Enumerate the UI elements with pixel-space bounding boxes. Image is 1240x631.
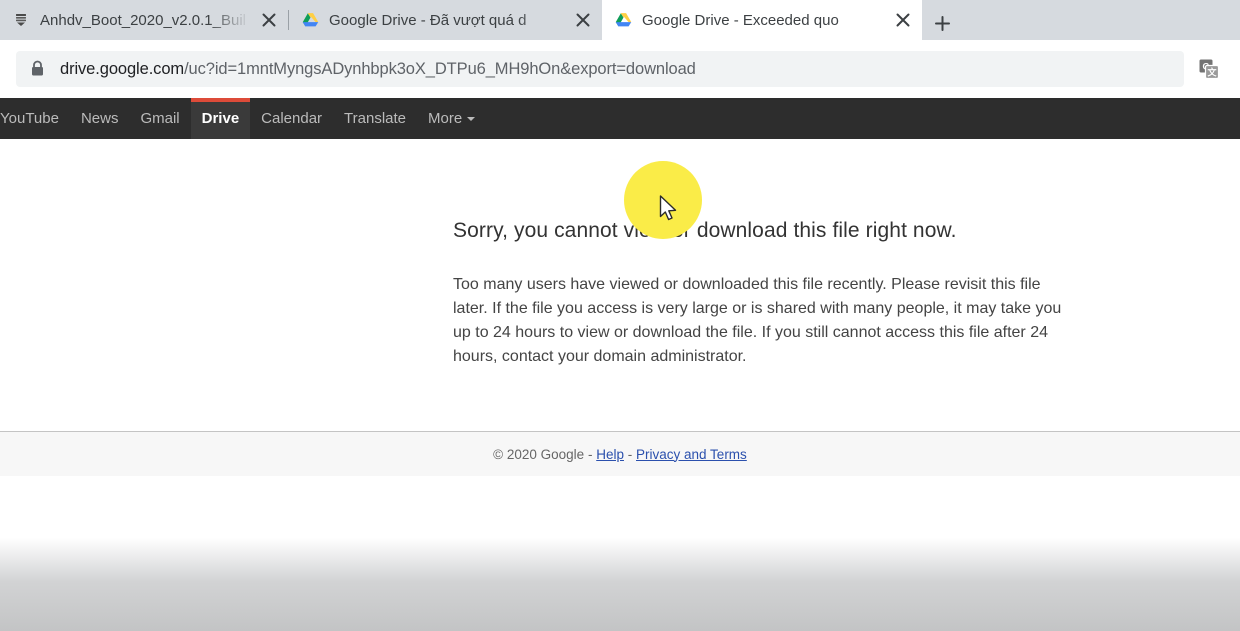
new-tab-button[interactable] bbox=[922, 6, 962, 40]
tab-title: Anhdv_Boot_2020_v2.0.1_Buil bbox=[40, 11, 247, 29]
tab-strip: Anhdv_Boot_2020_v2.0.1_Buil Google Drive… bbox=[0, 0, 1240, 40]
lock-icon bbox=[30, 60, 46, 78]
privacy-and-terms-link[interactable]: Privacy and Terms bbox=[636, 447, 747, 462]
url-text: drive.google.com/uc?id=1mntMyngsADynhbpk… bbox=[60, 60, 696, 79]
nav-item-gmail[interactable]: Gmail bbox=[129, 98, 190, 139]
page-title: Sorry, you cannot view or download this … bbox=[453, 219, 957, 242]
copyright-text: © 2020 Google bbox=[493, 446, 585, 462]
browser-toolbar: drive.google.com/uc?id=1mntMyngsADynhbpk… bbox=[0, 40, 1240, 98]
google-drive-icon bbox=[301, 11, 319, 29]
url-path: /uc?id=1mntMyngsADynhbpk3oX_DTPu6_MH9hOn… bbox=[184, 59, 696, 78]
browser-window: Anhdv_Boot_2020_v2.0.1_Buil Google Drive… bbox=[0, 0, 1240, 631]
nav-item-more-label: More bbox=[428, 110, 463, 127]
nav-item-calendar[interactable]: Calendar bbox=[250, 98, 333, 139]
browser-tab-2[interactable]: Google Drive - Đã vượt quá d bbox=[289, 0, 602, 40]
close-icon[interactable] bbox=[570, 7, 596, 33]
nav-item-more[interactable]: More bbox=[417, 98, 486, 139]
nav-item-news[interactable]: News bbox=[70, 98, 130, 139]
tab-title: Google Drive - Đã vượt quá d bbox=[329, 11, 527, 29]
nav-item-youtube[interactable]: YouTube bbox=[0, 98, 70, 139]
page-bottom-area bbox=[0, 476, 1240, 631]
error-body-text: Too many users have viewed or downloaded… bbox=[453, 276, 1062, 365]
close-icon[interactable] bbox=[890, 7, 916, 33]
footer-separator-2: - bbox=[627, 446, 633, 462]
footer-separator-1: - bbox=[587, 446, 593, 462]
browser-tab-3[interactable]: Google Drive - Exceeded quo bbox=[602, 0, 922, 40]
svg-text:文: 文 bbox=[1206, 67, 1217, 78]
error-message-block: Sorry, you cannot view or download this … bbox=[0, 139, 1240, 369]
url-host: drive.google.com bbox=[60, 59, 185, 78]
google-nav-bar: YouTube News Gmail Drive Calendar Transl… bbox=[0, 98, 1240, 139]
document-icon bbox=[12, 11, 30, 29]
google-drive-icon bbox=[614, 11, 632, 29]
chevron-down-icon bbox=[467, 117, 476, 122]
help-link[interactable]: Help bbox=[596, 447, 624, 462]
tab-strip-empty-area bbox=[962, 0, 1240, 40]
nav-item-translate[interactable]: Translate bbox=[333, 98, 417, 139]
translate-icon[interactable]: G 文 bbox=[1194, 54, 1224, 84]
close-icon[interactable] bbox=[256, 7, 282, 33]
address-bar[interactable]: drive.google.com/uc?id=1mntMyngsADynhbpk… bbox=[16, 51, 1184, 87]
nav-item-drive[interactable]: Drive bbox=[190, 98, 251, 139]
footer-text: © 2020 Google - Help - Privacy and Terms bbox=[493, 447, 747, 462]
browser-tab-1[interactable]: Anhdv_Boot_2020_v2.0.1_Buil bbox=[0, 0, 288, 40]
page-footer: © 2020 Google - Help - Privacy and Terms bbox=[0, 432, 1240, 476]
plus-icon bbox=[934, 15, 950, 31]
tab-title: Google Drive - Exceeded quo bbox=[642, 11, 839, 29]
page-content: Sorry, you cannot view or download this … bbox=[0, 139, 1240, 631]
